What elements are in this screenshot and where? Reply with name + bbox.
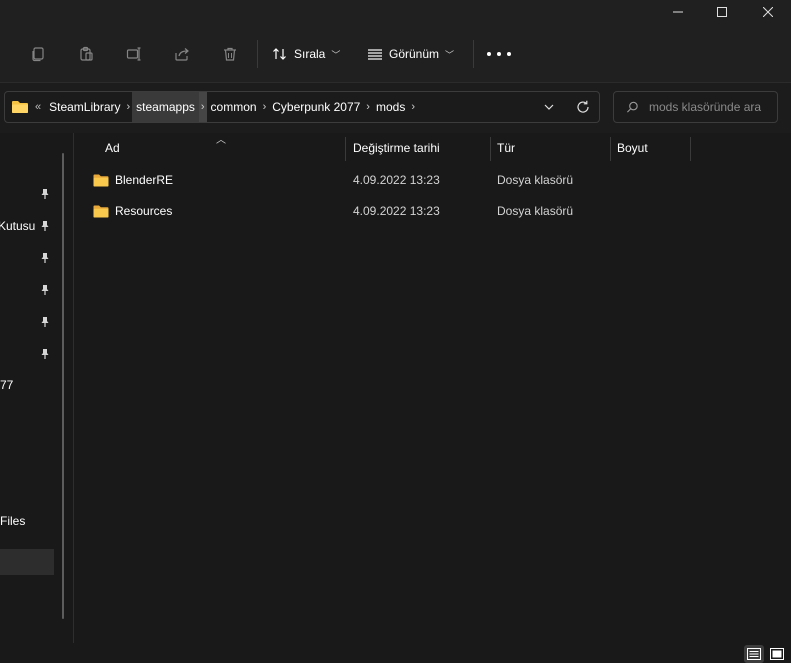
pin-icon	[38, 347, 52, 361]
more-options-button[interactable]	[487, 48, 511, 60]
column-header-size[interactable]: Boyut	[617, 133, 648, 163]
chevron-right-icon[interactable]: ›	[409, 92, 417, 122]
folder-icon	[93, 205, 109, 217]
chevron-right-icon[interactable]: ›	[364, 92, 372, 122]
paste-button[interactable]	[74, 42, 98, 66]
search-input[interactable]	[647, 99, 777, 115]
nav-item-cyberpunk[interactable]: 77	[0, 370, 62, 400]
nav-scrollbar[interactable]	[62, 153, 64, 619]
view-list-icon	[368, 49, 382, 60]
status-bar	[0, 643, 791, 663]
nav-item-recycle-bin[interactable]: Kutusu	[0, 211, 62, 241]
file-row[interactable]: Resources 4.09.2022 13:23 Dosya klasörü	[86, 196, 776, 226]
sort-button[interactable]: Sırala ﹀	[272, 40, 340, 68]
column-header-type[interactable]: Tür	[497, 133, 515, 163]
view-label: Görünüm	[389, 47, 440, 61]
details-view-button[interactable]	[744, 645, 764, 663]
navigation-pane: Kutusu 77 Files	[0, 133, 72, 643]
column-separator[interactable]	[610, 137, 611, 161]
sort-icon	[273, 48, 286, 60]
maximize-icon	[717, 7, 727, 17]
large-icons-view-button[interactable]	[767, 645, 787, 663]
pin-icon	[38, 315, 52, 329]
nav-item[interactable]	[0, 307, 62, 337]
pane-divider[interactable]	[73, 133, 74, 643]
pin-icon	[38, 283, 52, 297]
nav-item[interactable]	[0, 275, 62, 305]
refresh-icon	[577, 100, 589, 113]
breadcrumb-item[interactable]: SteamLibrary	[45, 92, 124, 122]
refresh-button[interactable]	[576, 92, 590, 122]
command-bar: Sırala ﹀ Görünüm ﹀	[0, 24, 791, 83]
pin-icon	[38, 187, 52, 201]
breadcrumb-item[interactable]: mods	[372, 92, 409, 122]
large-icons-view-icon	[770, 648, 784, 660]
file-date: 4.09.2022 13:23	[353, 204, 440, 218]
breadcrumb-item[interactable]: Cyberpunk 2077	[268, 92, 364, 122]
chevron-down-icon: ﹀	[331, 49, 341, 60]
column-separator[interactable]	[690, 137, 691, 161]
nav-item[interactable]	[0, 339, 62, 369]
sort-label: Sırala	[294, 47, 326, 61]
rename-icon	[126, 47, 141, 61]
folder-icon	[93, 174, 109, 186]
minimize-icon	[673, 11, 683, 13]
breadcrumb-overflow[interactable]: «	[35, 101, 41, 113]
nav-item[interactable]	[0, 179, 62, 209]
sort-ascending-icon: ︿	[216, 135, 226, 146]
copy-icon	[32, 47, 44, 62]
column-header-name[interactable]: Ad	[105, 133, 120, 163]
chevron-right-icon[interactable]: ›	[125, 92, 133, 122]
chevron-down-icon	[544, 104, 554, 110]
share-icon	[175, 48, 189, 61]
file-type: Dosya klasörü	[497, 173, 574, 187]
minimize-button[interactable]	[655, 0, 701, 24]
file-name: Resources	[115, 204, 173, 218]
more-icon	[487, 52, 491, 56]
breadcrumb-item[interactable]: steamapps	[132, 92, 199, 122]
chevron-right-icon[interactable]: ›	[261, 92, 269, 122]
close-button[interactable]	[745, 0, 791, 24]
share-button[interactable]	[170, 42, 194, 66]
nav-item-selected[interactable]	[0, 549, 54, 575]
file-type: Dosya klasörü	[497, 204, 574, 218]
column-separator[interactable]	[345, 137, 346, 161]
nav-item-program-files[interactable]: Files	[0, 506, 62, 536]
column-separator[interactable]	[490, 137, 491, 161]
paste-icon	[80, 46, 93, 61]
close-icon	[763, 7, 773, 17]
delete-icon	[224, 47, 236, 61]
file-row[interactable]: BlenderRE 4.09.2022 13:23 Dosya klasörü	[86, 165, 776, 195]
folder-icon	[12, 101, 28, 113]
chevron-right-icon[interactable]: ›	[198, 92, 207, 122]
address-history-button[interactable]	[543, 92, 555, 122]
nav-item[interactable]	[0, 243, 62, 273]
column-header-date[interactable]: Değiştirme tarihi	[353, 133, 440, 163]
title-bar	[0, 0, 791, 24]
breadcrumb-item[interactable]: common	[207, 92, 261, 122]
breadcrumb: « SteamLibrary › steamapps › common › Cy…	[11, 92, 417, 122]
toolbar-separator	[257, 40, 258, 68]
copy-button[interactable]	[26, 42, 50, 66]
search-icon	[626, 101, 638, 113]
chevron-down-icon: ﹀	[445, 49, 455, 60]
address-bar[interactable]: « SteamLibrary › steamapps › common › Cy…	[4, 91, 600, 123]
search-box[interactable]	[613, 91, 778, 123]
toolbar-separator	[473, 40, 474, 68]
details-view-icon	[747, 648, 761, 660]
file-name: BlenderRE	[115, 173, 174, 187]
delete-button[interactable]	[218, 42, 242, 66]
pin-icon	[38, 219, 52, 233]
rename-button[interactable]	[122, 42, 146, 66]
maximize-button[interactable]	[699, 0, 745, 24]
pin-icon	[38, 251, 52, 265]
view-button[interactable]: Görünüm ﹀	[367, 40, 454, 68]
file-date: 4.09.2022 13:23	[353, 173, 440, 187]
address-row: « SteamLibrary › steamapps › common › Cy…	[0, 83, 791, 133]
